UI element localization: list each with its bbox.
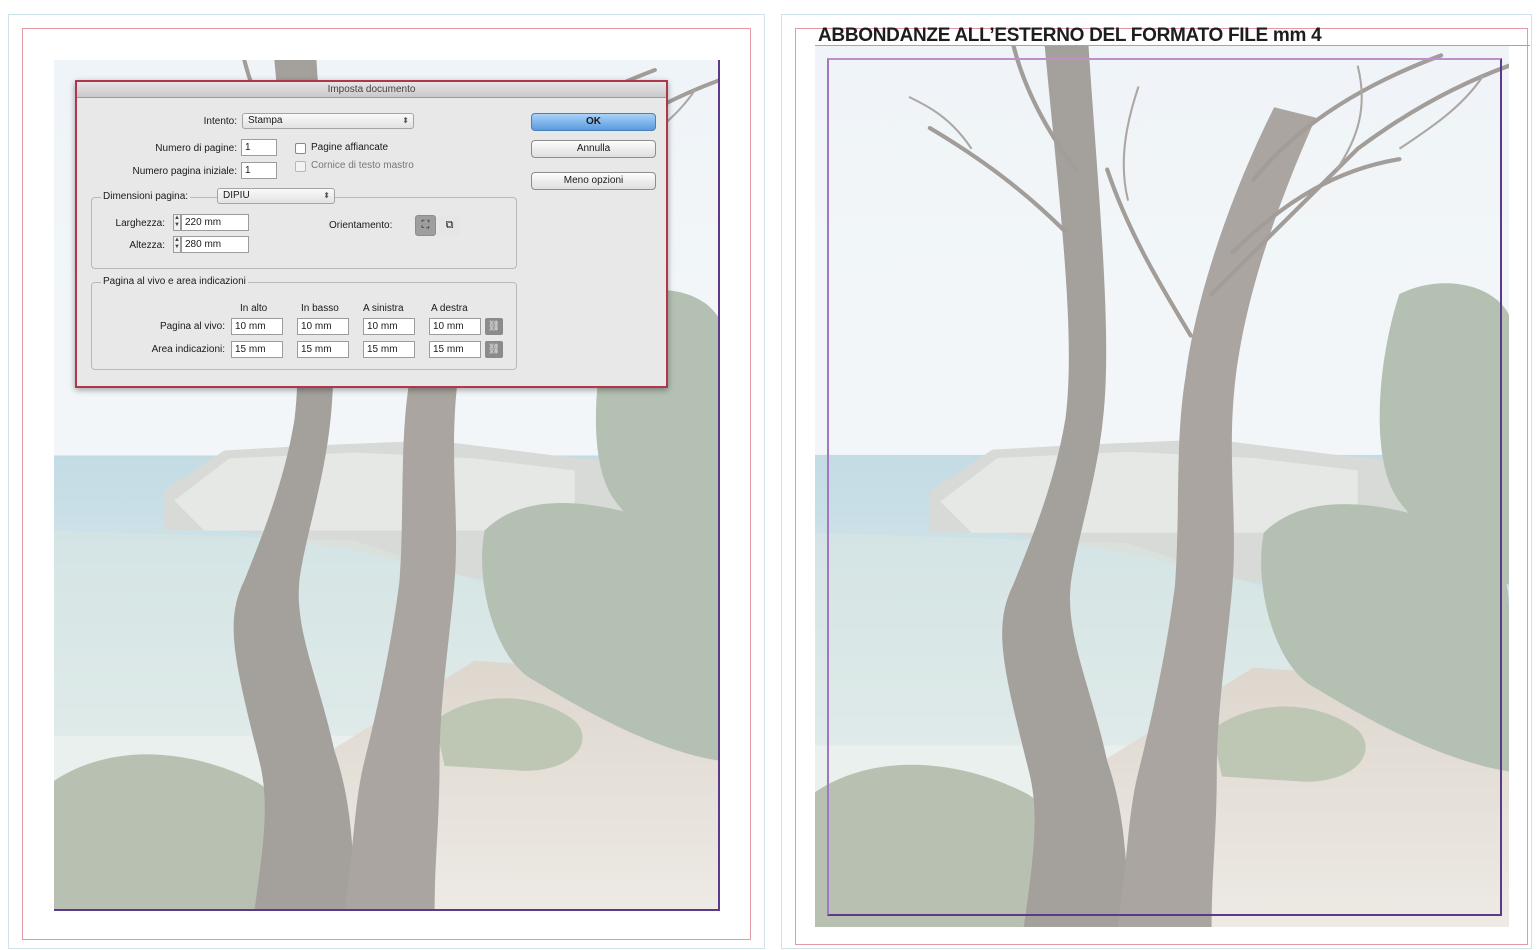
col-right-header: A destra (431, 303, 468, 314)
bleed-row-label: Pagina al vivo: (159, 321, 225, 332)
ok-button[interactable]: OK (531, 113, 656, 131)
intent-select[interactable]: Stampa ⬍ (242, 113, 414, 129)
intent-value: Stampa (248, 115, 283, 126)
master-frame-checkbox[interactable] (295, 161, 306, 172)
page-size-label: Dimensioni pagina: (101, 191, 191, 202)
dialog-title: Imposta documento (77, 82, 666, 98)
bleed-left-input[interactable]: 10 mm (363, 318, 415, 335)
landscape-orientation-icon[interactable]: ⧉ (439, 215, 460, 236)
pages-label: Numero di pagine: (155, 143, 237, 154)
width-stepper[interactable]: ▲ ▼ (173, 214, 181, 231)
height-stepper[interactable]: ▲ ▼ (173, 236, 181, 253)
col-top-header: In alto (240, 303, 268, 314)
page-size-value: DIPIU (223, 190, 250, 201)
slug-link-icon[interactable]: ⛓ (485, 341, 503, 358)
document-setup-dialog: Imposta documento Intento: Stampa ⬍ Nume… (75, 80, 668, 388)
slug-bottom-input[interactable]: 15 mm (297, 341, 349, 358)
intent-label: Intento: (203, 116, 237, 127)
col-bottom-header: In basso (301, 303, 339, 314)
portrait-orientation-icon[interactable]: ⛶ (415, 215, 436, 236)
facing-pages-label: Pagine affiancate (311, 142, 389, 153)
pages-input[interactable]: 1 (241, 139, 277, 156)
right-page-trim (827, 58, 1502, 916)
orientation-label: Orientamento: (329, 220, 393, 231)
bleed-bottom-input[interactable]: 10 mm (297, 318, 349, 335)
width-label: Larghezza: (115, 218, 165, 229)
chevron-updown-icon: ⬍ (402, 116, 409, 125)
cancel-button[interactable]: Annulla (531, 140, 656, 158)
chevron-updown-icon: ⬍ (323, 191, 330, 200)
page-size-select[interactable]: DIPIU ⬍ (217, 188, 335, 204)
bleed-headline: ABBONDANZE ALL’ESTERNO DEL FORMATO FILE … (818, 25, 1322, 46)
slug-left-input[interactable]: 15 mm (363, 341, 415, 358)
height-input[interactable]: 280 mm (181, 236, 249, 253)
slug-right-input[interactable]: 15 mm (429, 341, 481, 358)
bleed-top-input[interactable]: 10 mm (231, 318, 283, 335)
facing-pages-checkbox[interactable] (295, 143, 306, 154)
start-page-input[interactable]: 1 (241, 162, 277, 179)
width-input[interactable]: 220 mm (181, 214, 249, 231)
bleed-section-label: Pagina al vivo e area indicazioni (101, 276, 248, 287)
slug-top-input[interactable]: 15 mm (231, 341, 283, 358)
fewer-options-button[interactable]: Meno opzioni (531, 172, 656, 190)
bleed-link-icon[interactable]: ⛓ (485, 318, 503, 335)
height-label: Altezza: (129, 240, 165, 251)
master-frame-label: Cornice di testo mastro (311, 160, 414, 171)
slug-row-label: Area indicazioni: (151, 344, 225, 355)
bleed-right-input[interactable]: 10 mm (429, 318, 481, 335)
col-left-header: A sinistra (363, 303, 404, 314)
start-page-label: Numero pagina iniziale: (132, 166, 237, 177)
